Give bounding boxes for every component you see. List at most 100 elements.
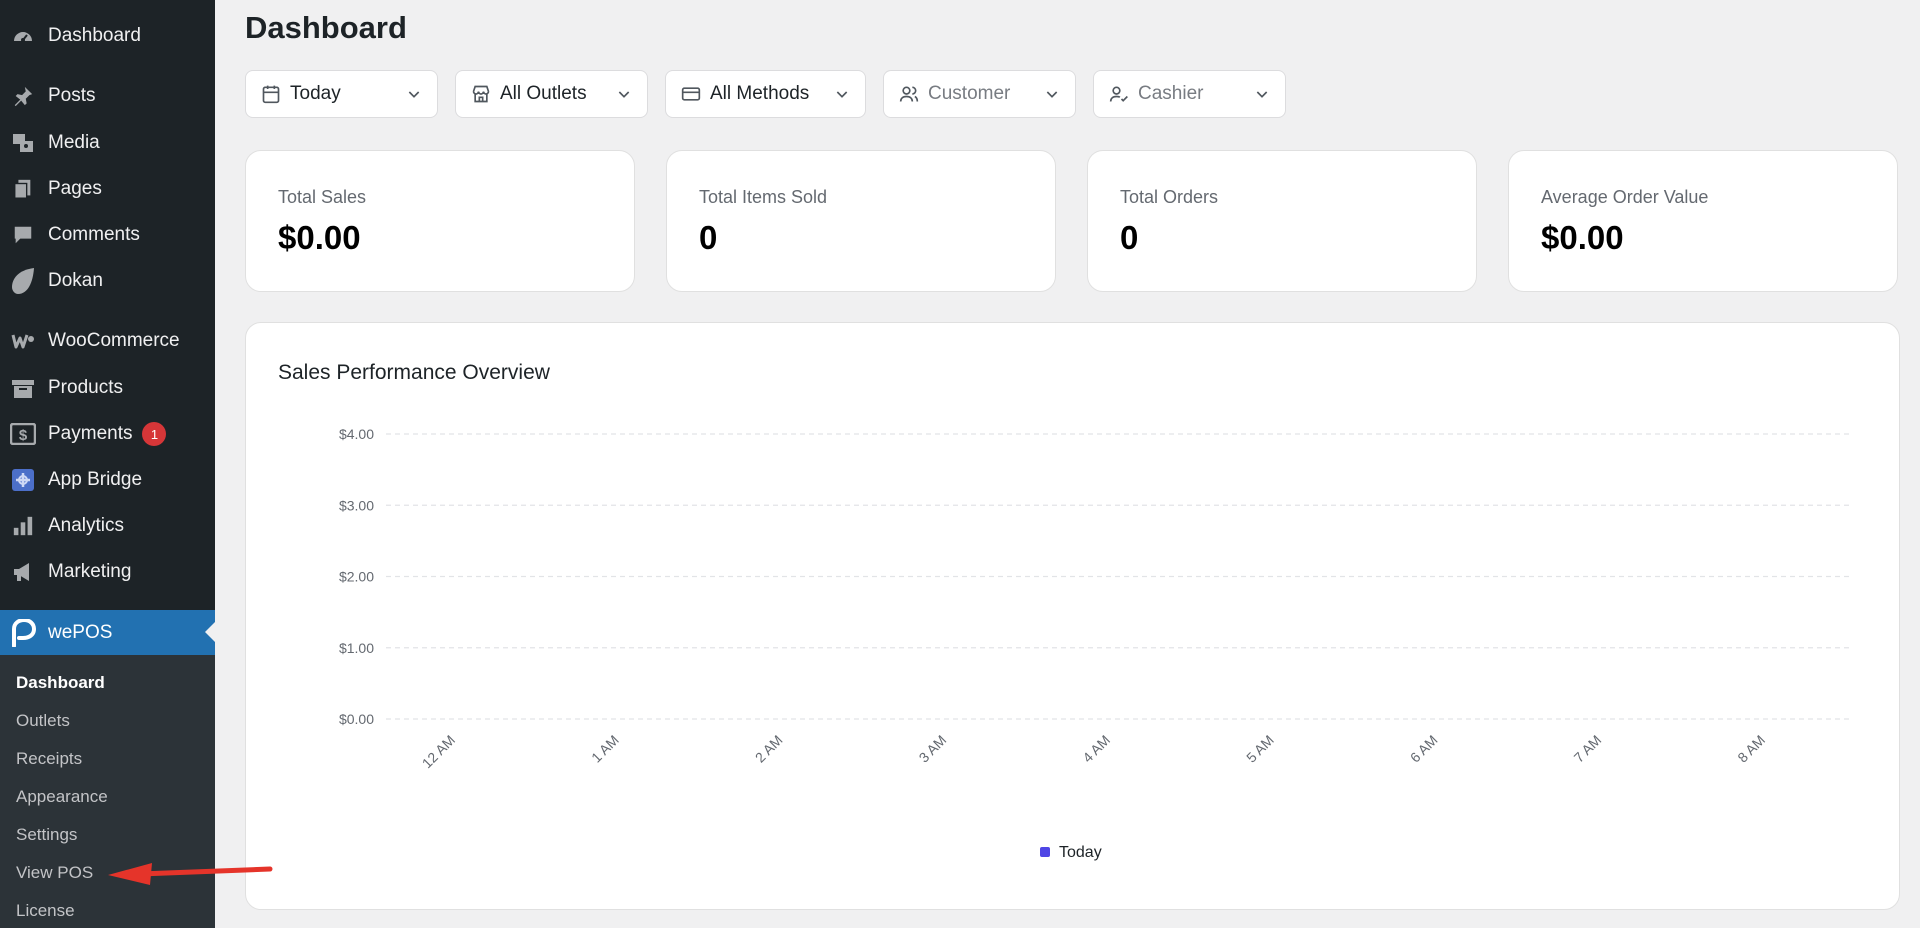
- submenu-item-view-pos[interactable]: View POS: [16, 863, 93, 883]
- filter-label: All Outlets: [500, 83, 587, 104]
- x-tick-label: 8 AM: [1734, 732, 1768, 766]
- stat-value: $0.00: [278, 219, 361, 256]
- submenu-item-license[interactable]: License: [16, 901, 75, 921]
- stat-label: Total Sales: [278, 187, 367, 207]
- x-tick-label: 1 AM: [588, 732, 622, 766]
- sidebar-item-marketing[interactable]: Marketing: [0, 552, 215, 592]
- store-icon: [470, 83, 492, 105]
- filter-label: Today: [290, 83, 341, 104]
- credit-card-icon: [680, 83, 702, 105]
- y-tick-label: $0.00: [339, 711, 374, 727]
- submenu-item-settings[interactable]: Settings: [16, 825, 77, 845]
- calendar-icon: [260, 83, 282, 105]
- filter-placeholder: Cashier: [1138, 83, 1204, 104]
- app-bridge-icon: [10, 467, 36, 493]
- sidebar-item-woocommerce[interactable]: WooCommerce: [0, 321, 215, 361]
- sidebar-item-wepos[interactable]: wePOS: [0, 610, 215, 655]
- x-tick-label: 4 AM: [1079, 732, 1113, 766]
- date-filter-select[interactable]: Today: [245, 70, 438, 118]
- x-tick-label: 5 AM: [1243, 732, 1277, 766]
- comment-icon: [10, 222, 36, 248]
- pushpin-icon: [10, 83, 36, 109]
- woocommerce-icon: [10, 328, 36, 354]
- x-tick-label: 3 AM: [915, 732, 949, 766]
- stat-card-average-order-value: Average Order Value $0.00: [1508, 150, 1898, 292]
- payment-method-filter-select[interactable]: All Methods: [665, 70, 866, 118]
- sidebar-item-label: Payments: [48, 423, 133, 444]
- sidebar-item-pages[interactable]: Pages: [0, 169, 215, 209]
- sidebar-item-payments[interactable]: $ Payments 1: [0, 414, 215, 454]
- stat-value: 0: [1120, 219, 1139, 256]
- filter-placeholder: Customer: [928, 83, 1011, 104]
- sidebar-item-comments[interactable]: Comments: [0, 215, 215, 255]
- bar-chart-icon: [10, 513, 36, 539]
- sidebar-item-label: Pages: [48, 178, 102, 199]
- stat-label: Total Orders: [1120, 187, 1219, 207]
- payments-icon: $: [10, 421, 36, 447]
- sidebar-item-products[interactable]: Products: [0, 368, 215, 408]
- active-indicator: [205, 622, 215, 642]
- sales-chart: $0.00 $1.00 $2.00 $3.00 $4.00 12 AM 1 AM 2 AM 3 …: [339, 426, 1851, 861]
- filter-label: All Methods: [710, 83, 810, 104]
- x-tick-label: 6 AM: [1407, 732, 1441, 766]
- submenu-item-dashboard[interactable]: Dashboard: [16, 673, 105, 693]
- submenu-item-outlets[interactable]: Outlets: [16, 711, 70, 731]
- sidebar-item-label: Comments: [48, 224, 140, 245]
- sidebar-item-label: Marketing: [48, 561, 132, 582]
- chevron-down-icon: [1253, 85, 1271, 103]
- sidebar-item-label: wePOS: [48, 621, 113, 643]
- x-tick-label: 2 AM: [752, 732, 786, 766]
- archive-icon: [10, 375, 36, 401]
- stat-label: Average Order Value: [1541, 187, 1709, 207]
- chevron-down-icon: [833, 85, 851, 103]
- stat-label: Total Items Sold: [699, 187, 828, 207]
- sidebar-item-analytics[interactable]: Analytics: [0, 506, 215, 546]
- sidebar-item-dashboard[interactable]: Dashboard: [0, 16, 215, 56]
- sidebar-item-label: Products: [48, 377, 123, 398]
- wepos-submenu: Dashboard Outlets Receipts Appearance Se…: [0, 655, 215, 928]
- page-title: Dashboard: [245, 10, 407, 45]
- sidebar-item-dokan[interactable]: Dokan: [0, 261, 215, 301]
- legend-swatch: [1040, 847, 1050, 857]
- sidebar-item-label: Dokan: [48, 270, 103, 291]
- submenu-item-appearance[interactable]: Appearance: [16, 787, 108, 807]
- sidebar-item-label: Dashboard: [48, 25, 141, 46]
- users-icon: [898, 83, 920, 105]
- sales-chart-card: Sales Performance Overview $0.00 $1.00 $2.…: [245, 322, 1900, 910]
- y-tick-label: $1.00: [339, 640, 374, 656]
- stat-value: $0.00: [1541, 219, 1624, 256]
- sidebar-item-label: Analytics: [48, 515, 125, 536]
- sidebar-item-label: Media: [48, 132, 100, 153]
- chevron-down-icon: [1043, 85, 1061, 103]
- media-icon: [10, 130, 36, 156]
- sidebar-item-label: App Bridge: [48, 469, 143, 490]
- customer-filter-select[interactable]: Customer: [883, 70, 1076, 118]
- user-check-icon: [1108, 83, 1130, 105]
- y-tick-label: $2.00: [339, 569, 374, 585]
- stat-value: 0: [699, 219, 718, 256]
- sidebar-item-app-bridge[interactable]: App Bridge: [0, 460, 215, 500]
- stat-card-total-items-sold: Total Items Sold 0: [666, 150, 1056, 292]
- sidebar-item-label: WooCommerce: [48, 330, 180, 351]
- sidebar-item-media[interactable]: Media: [0, 123, 215, 163]
- chevron-down-icon: [405, 85, 423, 103]
- outlet-filter-select[interactable]: All Outlets: [455, 70, 648, 118]
- megaphone-icon: [10, 559, 36, 585]
- x-tick-label: 7 AM: [1570, 732, 1604, 766]
- chevron-down-icon: [615, 85, 633, 103]
- svg-text:$: $: [19, 427, 28, 444]
- admin-sidebar: Dashboard Posts Media Pages Comments Dok…: [0, 0, 215, 928]
- wepos-icon: [10, 618, 36, 647]
- pages-icon: [10, 176, 36, 202]
- y-tick-label: $3.00: [339, 497, 374, 513]
- sidebar-item-posts[interactable]: Posts: [0, 76, 215, 116]
- submenu-item-receipts[interactable]: Receipts: [16, 749, 82, 769]
- x-tick-label: 12 AM: [419, 732, 458, 771]
- sidebar-item-label: Posts: [48, 85, 96, 106]
- notification-badge: 1: [142, 422, 167, 446]
- y-tick-label: $4.00: [339, 426, 374, 442]
- stat-card-total-sales: Total Sales $0.00: [245, 150, 635, 292]
- stat-card-total-orders: Total Orders 0: [1087, 150, 1477, 292]
- cashier-filter-select[interactable]: Cashier: [1093, 70, 1286, 118]
- dashboard-icon: [10, 23, 36, 49]
